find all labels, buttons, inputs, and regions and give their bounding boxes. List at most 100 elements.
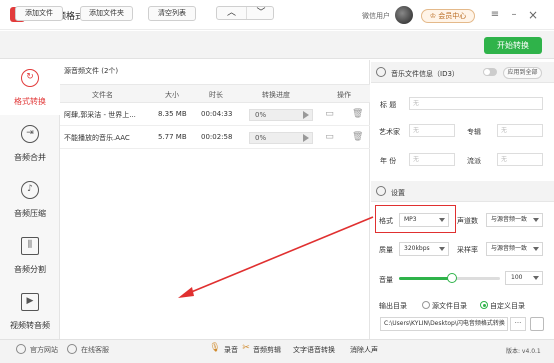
custom-dir-label[interactable]: 自定义目录 xyxy=(490,301,525,311)
file-size: 8.35 MB xyxy=(158,110,187,118)
samplerate-select[interactable]: 与源音频一致 xyxy=(486,242,543,256)
samplerate-label: 采样率 xyxy=(457,246,478,254)
dropdown-caret-icon xyxy=(533,218,539,222)
play-icon: ▶ xyxy=(21,293,39,311)
channel-value: 与源音频一致 xyxy=(491,216,528,223)
folder-icon[interactable] xyxy=(530,317,544,331)
user-name[interactable]: 微信用户 xyxy=(362,11,390,21)
year-field[interactable]: 无 xyxy=(409,153,455,166)
artist-label: 艺术家 xyxy=(379,128,400,136)
samplerate-value: 与源音频一致 xyxy=(491,245,528,252)
chevron-down-icon[interactable]: ﹀ xyxy=(246,7,275,19)
sidebar-item-audio-split[interactable]: ⫼ 音频分割 xyxy=(0,228,60,283)
channel-select[interactable]: 与源音频一致 xyxy=(486,213,543,227)
column-header-duration: 时长 xyxy=(209,91,223,99)
id3-section-title: 音乐文件信息（ID3） xyxy=(391,70,459,78)
avatar[interactable] xyxy=(395,6,413,24)
genre-field[interactable]: 无 xyxy=(497,153,543,166)
edit-icon[interactable]: ▭ xyxy=(324,108,335,120)
sidebar-item-audio-merge[interactable]: ⇥ 音频合并 xyxy=(0,116,60,171)
quality-label: 质量 xyxy=(379,246,393,254)
album-label: 专辑 xyxy=(467,128,481,136)
settings-icon xyxy=(376,67,386,77)
dropdown-caret-icon xyxy=(439,247,445,251)
menu-icon[interactable]: ≡ xyxy=(489,9,501,21)
column-header-actions: 操作 xyxy=(337,91,351,99)
trash-icon[interactable]: 🗑 xyxy=(352,131,363,143)
play-triangle-icon[interactable] xyxy=(303,134,309,142)
support-link[interactable]: 在线客服 xyxy=(81,345,109,355)
source-dir-label[interactable]: 源文件目录 xyxy=(432,301,467,311)
sidebar-item-label: 音频压缩 xyxy=(14,209,46,218)
sidebar: ↻ 格式转换 ⇥ 音频合并 ♪ 音频压缩 ⫼ 音频分割 ▶ 视频转音频 xyxy=(0,60,60,339)
play-triangle-icon[interactable] xyxy=(303,111,309,119)
split-icon: ⫼ xyxy=(21,237,39,255)
tool-remove-vocals[interactable]: 消除人声 xyxy=(350,345,378,355)
scissors-icon: ✂ xyxy=(242,343,250,353)
output-path-field[interactable]: C:\Users\KYLIN\Desktop\闪电音频格式转换 xyxy=(380,317,508,331)
annotation-arrow xyxy=(178,216,374,298)
artist-field[interactable]: 无 xyxy=(409,124,455,137)
highlight-box xyxy=(375,205,456,233)
merge-icon: ⇥ xyxy=(21,125,39,143)
volume-input[interactable]: 100 xyxy=(505,271,543,285)
sidebar-item-video-to-audio[interactable]: ▶ 视频转音频 xyxy=(0,284,60,339)
dropdown-caret-icon xyxy=(533,247,539,251)
add-folder-button[interactable]: 添加文件夹 xyxy=(80,6,133,21)
file-name: 阿肆,郭采洁 - 世界上... xyxy=(64,111,136,119)
add-file-button[interactable]: 添加文件 xyxy=(15,6,63,21)
column-header-progress: 转换进度 xyxy=(262,91,290,99)
close-icon[interactable]: × xyxy=(527,9,539,21)
vip-center-label: 会员中心 xyxy=(438,12,467,20)
apply-all-button[interactable]: 应用到全部 xyxy=(503,67,542,79)
vip-center-button[interactable]: ♔ 会员中心 xyxy=(421,9,475,23)
year-label: 年 份 xyxy=(380,157,397,165)
volume-value: 100 xyxy=(511,274,523,281)
settings-section-header: 设置 xyxy=(371,181,554,202)
website-link[interactable]: 官方网站 xyxy=(30,345,58,355)
quality-select[interactable]: 320kbps xyxy=(399,242,449,256)
minimize-icon[interactable]: – xyxy=(508,9,520,21)
clear-list-button[interactable]: 清空列表 xyxy=(148,6,196,21)
album-field[interactable]: 无 xyxy=(497,124,543,137)
tool-text-to-speech[interactable]: 文字语音转换 xyxy=(293,345,335,355)
settings-section-title: 设置 xyxy=(391,189,405,197)
edit-icon[interactable]: ▭ xyxy=(324,131,335,143)
radio-source-dir[interactable] xyxy=(422,301,430,309)
microphone-icon: 🎙 xyxy=(209,343,221,353)
headset-icon xyxy=(67,344,77,354)
file-name: 不能播放的音乐.AAC xyxy=(64,134,130,142)
tool-record[interactable]: 录音 xyxy=(224,345,238,355)
sidebar-item-label: 格式转换 xyxy=(14,97,46,106)
channel-label: 声道数 xyxy=(457,217,478,225)
trash-icon[interactable]: 🗑 xyxy=(352,108,363,120)
start-convert-button[interactable]: 开始转换 xyxy=(484,37,542,54)
column-header-name: 文件名 xyxy=(92,91,113,99)
version-label: 版本: v4.0.1 xyxy=(506,348,541,355)
column-header-size: 大小 xyxy=(165,91,179,99)
chevron-up-icon[interactable]: ︿ xyxy=(217,7,246,19)
output-dir-label: 输出目录 xyxy=(379,302,407,310)
volume-label: 音量 xyxy=(379,276,393,284)
move-buttons: ︿ ﹀ xyxy=(216,6,274,20)
sidebar-item-format-convert[interactable]: ↻ 格式转换 xyxy=(0,60,60,115)
sidebar-item-label: 音频分割 xyxy=(14,265,46,274)
file-duration: 00:04:33 xyxy=(201,110,233,118)
file-size: 5.77 MB xyxy=(158,133,187,141)
music-note-icon: ♪ xyxy=(21,181,39,199)
radio-custom-dir[interactable] xyxy=(480,301,488,309)
progress-text: 0% xyxy=(255,111,267,119)
table-row[interactable]: 不能播放的音乐.AAC 5.77 MB 00:02:58 0% ▭ 🗑 xyxy=(60,127,370,149)
tool-audio-cut[interactable]: 音频剪辑 xyxy=(253,345,281,355)
volume-slider-handle[interactable] xyxy=(446,273,457,283)
table-row[interactable]: 阿肆,郭采洁 - 世界上... 8.35 MB 00:04:33 0% ▭ 🗑 xyxy=(60,104,370,126)
title-label: 标 题 xyxy=(380,101,397,109)
sidebar-item-audio-compress[interactable]: ♪ 音频压缩 xyxy=(0,172,60,227)
title-field[interactable]: 无 xyxy=(409,97,543,110)
dropdown-caret-icon xyxy=(533,276,539,280)
refresh-icon: ↻ xyxy=(21,69,39,87)
id3-toggle[interactable] xyxy=(483,68,497,76)
volume-slider-fill xyxy=(399,277,452,280)
browse-button[interactable]: ··· xyxy=(510,317,526,331)
file-list-header: 源音频文件 (2个) xyxy=(64,67,119,75)
